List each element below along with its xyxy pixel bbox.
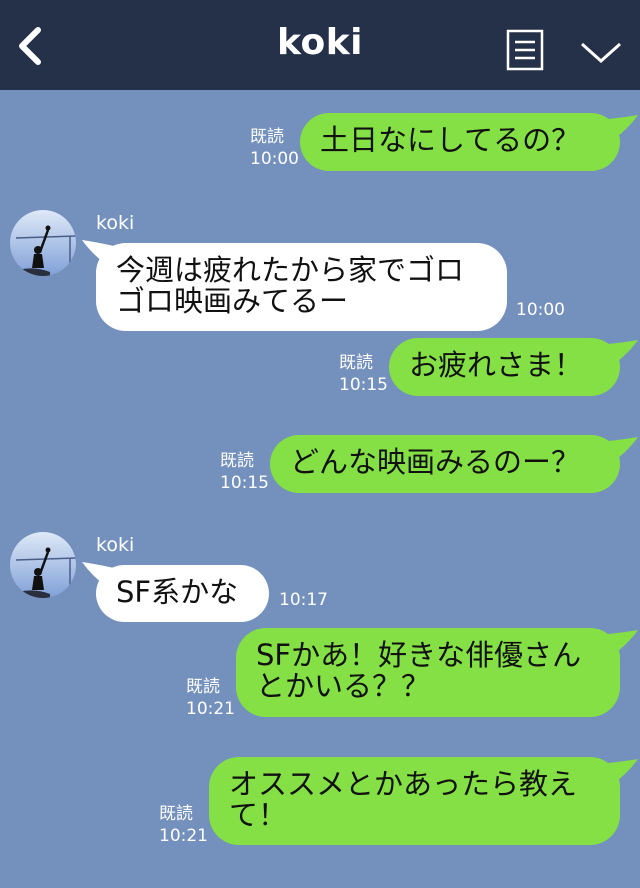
message-bubble[interactable]: どんな映画みるのー？ [270, 435, 620, 493]
bubble-tail [608, 630, 638, 654]
message-bubble[interactable]: オススメとかあったら教え て！ [209, 757, 620, 845]
bubble-tail [608, 759, 638, 783]
message-bubble[interactable]: 土日なにしてるの？ [300, 113, 620, 171]
bubble-tail [608, 340, 638, 364]
bubble-tail [608, 115, 638, 139]
avatar[interactable] [10, 532, 76, 598]
read-status: 既読 10:21 [159, 804, 208, 846]
timestamp: 10:17 [279, 590, 328, 610]
message-bubble[interactable]: SFかあ！好きな俳優さん とかいる？？ [236, 628, 620, 717]
sender-name: koki [96, 212, 135, 234]
timestamp: 10:00 [516, 300, 565, 320]
avatar[interactable] [10, 210, 76, 276]
bubble-tail [608, 437, 638, 461]
chat-header: koki [0, 0, 640, 90]
chat-title: koki [277, 22, 363, 63]
read-status: 既読 10:00 [250, 127, 299, 169]
sender-name: koki [96, 534, 135, 556]
chevron-down-icon[interactable] [578, 38, 624, 66]
read-status: 既読 10:21 [186, 677, 235, 719]
message-bubble[interactable]: SF系かな [96, 565, 269, 622]
message-bubble[interactable]: お疲れさま！ [389, 338, 620, 396]
menu-icon[interactable] [506, 29, 544, 71]
read-status: 既読 10:15 [220, 451, 269, 493]
message-bubble[interactable]: 今週は疲れたから家でゴロ ゴロ映画みてるー [96, 243, 507, 331]
read-status: 既読 10:15 [339, 353, 388, 395]
